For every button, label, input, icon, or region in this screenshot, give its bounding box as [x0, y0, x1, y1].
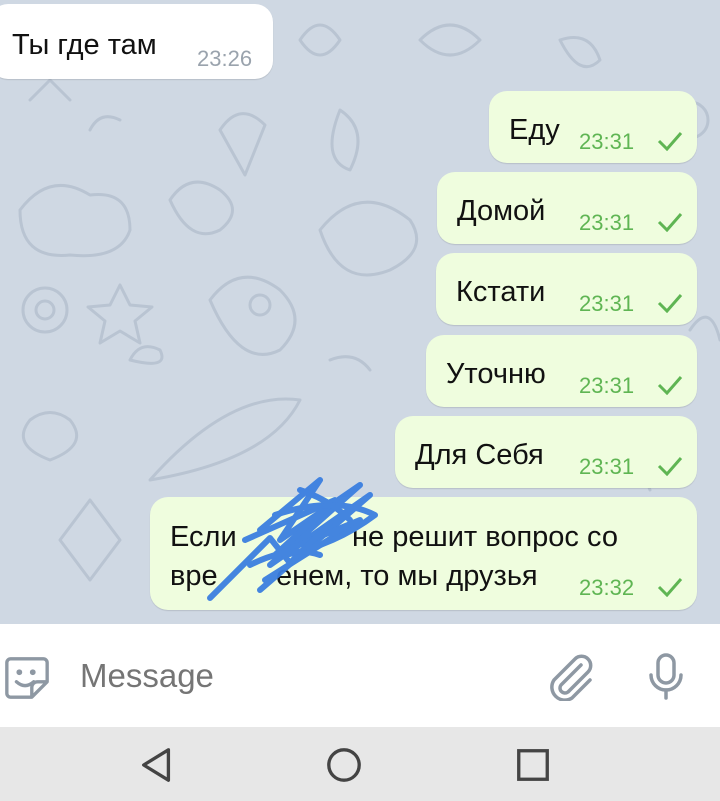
message-input[interactable] [68, 650, 542, 702]
message-bubble-outgoing[interactable]: Еду 23:31 [489, 91, 697, 163]
message-text-line1: Если [170, 521, 237, 553]
message-time: 23:31 [579, 210, 635, 235]
paperclip-icon[interactable] [545, 651, 595, 701]
message-text: Ты где там [12, 29, 157, 61]
message-text-line2-end: енем, то мы друзья [276, 560, 538, 592]
system-navigation-bar [0, 727, 720, 801]
message-time: 23:31 [579, 454, 635, 479]
message-text-line2-start: вре [170, 560, 218, 592]
chat-area: Ты где там 23:26 Еду 23:31 Домой 23:31 К… [0, 0, 720, 624]
message-input-bar [0, 624, 720, 727]
check-icon [657, 294, 683, 313]
message-text: Для Себя [415, 439, 544, 471]
message-bubble-outgoing[interactable]: Если не решит вопрос со вре енем, то мы … [150, 497, 697, 610]
message-text: Кстати [456, 276, 546, 308]
home-circle-icon[interactable] [325, 746, 363, 784]
message-time: 23:31 [579, 291, 635, 316]
sticker-icon[interactable] [3, 653, 51, 701]
message-time: 23:31 [579, 129, 635, 154]
message-time: 23:31 [579, 373, 635, 398]
message-bubble-incoming[interactable]: Ты где там 23:26 [0, 4, 273, 79]
check-icon [657, 376, 683, 395]
message-bubble-outgoing[interactable]: Домой 23:31 [437, 172, 697, 244]
message-time: 23:26 [197, 46, 253, 71]
message-time: 23:32 [579, 575, 635, 600]
check-icon [657, 578, 683, 597]
message-bubble-outgoing[interactable]: Уточню 23:31 [426, 335, 697, 407]
check-icon [657, 457, 683, 476]
back-triangle-icon[interactable] [138, 746, 176, 784]
message-text: Уточню [446, 358, 546, 390]
check-icon [657, 213, 683, 232]
microphone-icon[interactable] [641, 650, 691, 702]
message-text: Домой [457, 195, 546, 227]
check-icon [657, 132, 683, 151]
message-text: Еду [509, 114, 560, 146]
recents-square-icon[interactable] [514, 746, 552, 784]
message-text-line1-end: не решит вопрос со [352, 521, 618, 553]
message-bubble-outgoing[interactable]: Для Себя 23:31 [395, 416, 697, 488]
message-bubble-outgoing[interactable]: Кстати 23:31 [436, 253, 697, 325]
